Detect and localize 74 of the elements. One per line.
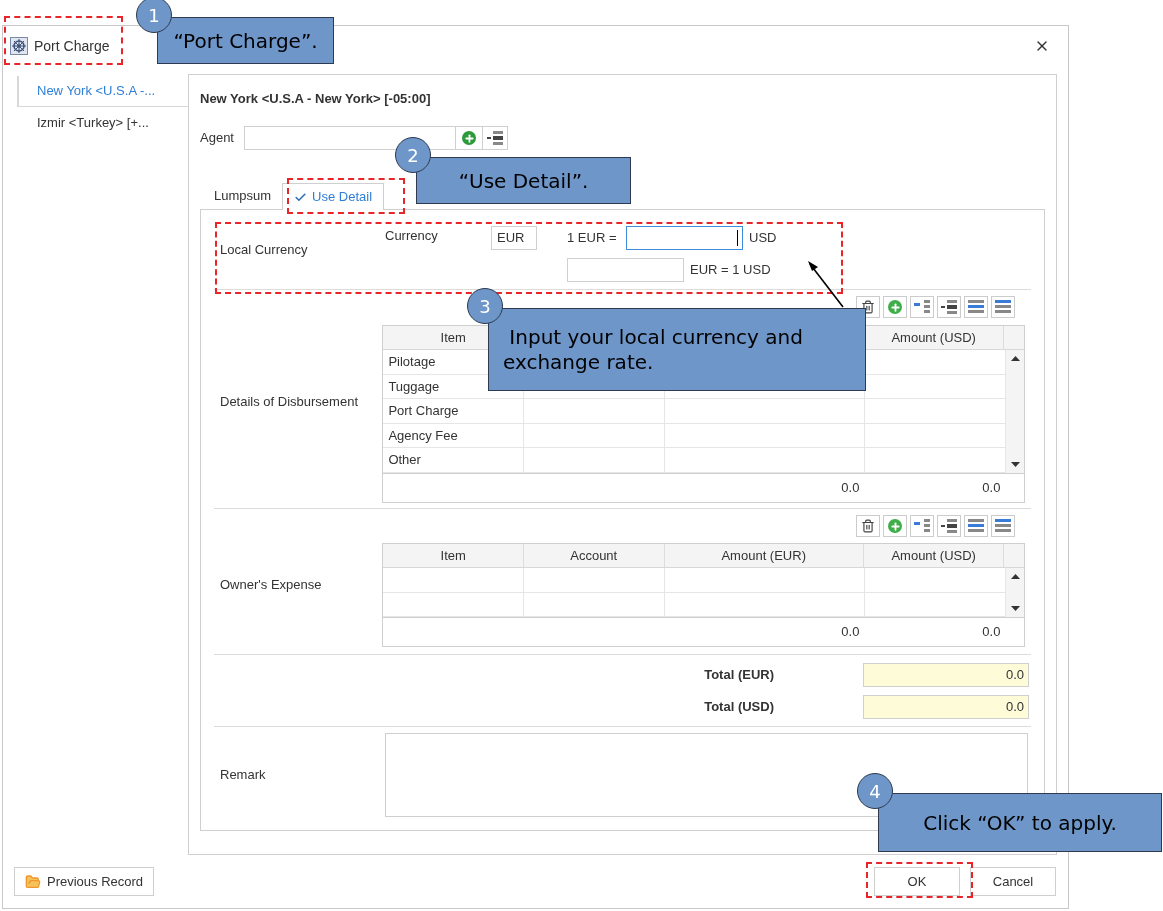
folder-icon — [25, 873, 41, 890]
column-header[interactable]: Item — [383, 544, 524, 567]
grid-tool-button[interactable] — [910, 515, 934, 537]
footer-total: 0.0 — [982, 478, 1001, 497]
wheel-icon — [10, 37, 28, 55]
total-label: Total (EUR) — [704, 665, 774, 684]
grid-tool-button[interactable] — [937, 515, 961, 537]
port-heading: New York <U.S.A - New York> [-05:00] — [200, 90, 432, 108]
scroll-up-icon — [1010, 356, 1020, 361]
footer-total: 0.0 — [841, 478, 860, 497]
ok-button[interactable]: OK — [874, 867, 960, 896]
sidebar-item[interactable]: New York <U.S.A -... — [17, 76, 188, 107]
add-agent-button[interactable] — [456, 126, 482, 150]
total-field: 0.0 — [863, 662, 1029, 687]
rate-prefix: 1 EUR = — [567, 229, 618, 248]
step-number-tooltip: 1 — [136, 0, 172, 33]
table-cell: Port Charge — [383, 399, 525, 423]
grid-tool-button[interactable] — [964, 296, 988, 318]
grid-icon — [914, 519, 930, 533]
grid-tool-button[interactable] — [991, 515, 1015, 537]
step-callout-tooltip: Click “OK” to apply. — [878, 793, 1162, 852]
grid-tool-button[interactable] — [964, 515, 988, 537]
delete-button[interactable] — [856, 515, 880, 537]
total-label: Total (USD) — [704, 697, 774, 716]
grid-icon — [941, 300, 957, 314]
footer-total: 0.0 — [841, 623, 860, 642]
inverse-rate-input[interactable] — [567, 258, 684, 282]
rate-input[interactable] — [626, 226, 743, 250]
scroll-down-icon — [1010, 461, 1020, 467]
table-cell: Other — [383, 448, 525, 472]
currency-field[interactable]: EUR — [491, 226, 537, 250]
grid-tool-button[interactable] — [910, 296, 934, 318]
scrollbar[interactable] — [1006, 350, 1025, 473]
scroll-up-icon — [1010, 574, 1020, 579]
cancel-button[interactable]: Cancel — [970, 867, 1056, 896]
trash-icon — [861, 300, 875, 314]
step-callout-tooltip: Input your local currency and exchange rate. — [488, 308, 866, 391]
grid-tool-button[interactable] — [937, 296, 961, 318]
currency-label: Currency — [385, 227, 439, 246]
sidebar-item[interactable]: Izmir <Turkey> [+... — [17, 107, 188, 138]
grid-icon — [995, 519, 1011, 533]
scroll-down-icon — [1010, 606, 1020, 611]
step-callout-tooltip: “Use Detail”. — [416, 157, 631, 204]
tab[interactable]: Lumpsum — [203, 182, 283, 209]
tab[interactable]: Use Detail — [282, 183, 385, 210]
pointer-arrow — [806, 259, 846, 309]
grid-icon — [968, 300, 984, 314]
section-label: Remark — [220, 766, 266, 785]
agent-input[interactable] — [244, 126, 456, 150]
table-cell: Agency Fee — [383, 423, 525, 447]
footer-total: 0.0 — [982, 623, 1001, 642]
column-header[interactable]: Amount (USD) — [863, 544, 1005, 567]
column-header[interactable]: Amount (EUR) — [664, 544, 864, 567]
agent-label: Agent — [200, 129, 235, 148]
section-label: Local Currency — [220, 240, 308, 259]
agent-list-button[interactable] — [482, 126, 508, 150]
section-label: Details of Disbursement — [220, 393, 358, 412]
scrollbar[interactable] — [1006, 568, 1025, 617]
step-callout-tooltip: “Port Charge”. — [157, 17, 334, 64]
grid-icon — [487, 131, 503, 145]
column-header[interactable]: Account — [523, 544, 665, 567]
window-title: Port Charge — [34, 36, 110, 56]
section-label: Owner's Expense — [220, 575, 322, 594]
inverse-rate-suffix: EUR = 1 USD — [690, 261, 771, 280]
previous-record-button[interactable]: Previous Record — [14, 867, 155, 896]
grid-tool-button[interactable] — [991, 296, 1015, 318]
grid-icon — [968, 519, 984, 533]
rate-suffix: USD — [749, 229, 777, 248]
check-icon — [294, 190, 308, 204]
trash-icon — [861, 519, 875, 533]
grid-icon — [941, 519, 957, 533]
total-field: 0.0 — [863, 694, 1029, 719]
grid-icon — [914, 300, 930, 314]
grid-icon — [995, 300, 1011, 314]
